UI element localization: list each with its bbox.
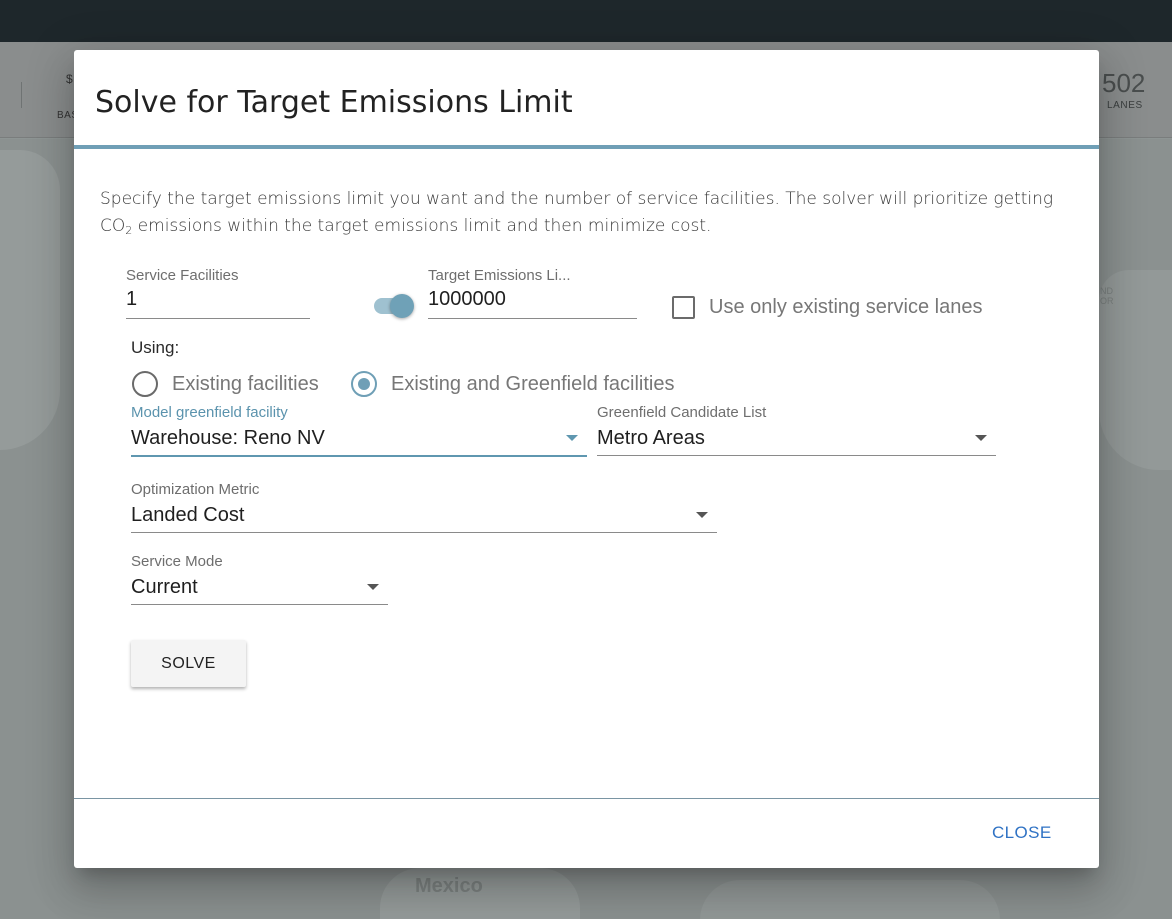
optimization-metric-select[interactable]: Optimization Metric Landed Cost — [131, 481, 717, 533]
chevron-down-icon[interactable] — [696, 512, 708, 518]
field-underline — [131, 532, 717, 533]
existing-lanes-option[interactable]: Use only existing service lanes — [672, 296, 982, 319]
solve-dialog: Solve for Target Emissions Limit Specify… — [74, 50, 1099, 868]
map-label-mexico: Mexico — [415, 875, 483, 897]
target-emissions-label: Target Emissions Li... — [428, 267, 571, 284]
app-top-bar — [0, 0, 1172, 42]
field-underline — [131, 604, 388, 605]
service-mode-select[interactable]: Service Mode Current — [131, 553, 388, 605]
optimization-metric-value[interactable]: Landed Cost — [131, 498, 717, 528]
toggle-thumb[interactable] — [390, 294, 414, 318]
map-label-partial: ND OR — [1100, 286, 1114, 306]
field-underline — [131, 455, 587, 457]
chevron-down-icon[interactable] — [975, 435, 987, 441]
solve-button[interactable]: SOLVE — [131, 640, 246, 687]
using-label: Using: — [131, 338, 180, 357]
target-emissions-field[interactable]: Target Emissions Li... 1000000 — [428, 267, 637, 319]
model-greenfield-select[interactable]: Model greenfield facility Warehouse: Ren… — [131, 404, 587, 457]
service-facilities-label: Service Facilities — [126, 267, 239, 284]
service-mode-value[interactable]: Current — [131, 570, 388, 600]
field-underline — [428, 318, 637, 319]
close-button[interactable]: CLOSE — [992, 820, 1052, 846]
dialog-footer-divider — [74, 798, 1099, 799]
service-facilities-input[interactable]: 1 — [126, 284, 310, 314]
map-landmass — [700, 880, 1000, 919]
greenfield-candidate-select[interactable]: Greenfield Candidate List Metro Areas — [597, 404, 996, 456]
dialog-description: Specify the target emissions limit you w… — [100, 189, 1054, 237]
chevron-down-icon[interactable] — [566, 435, 578, 441]
stat-lanes-value: 502 — [1102, 68, 1146, 98]
stat-lanes-label: LANES — [1107, 100, 1143, 111]
chevron-down-icon[interactable] — [367, 584, 379, 590]
radio-existing-greenfield-facilities[interactable]: Existing and Greenfield facilities — [351, 371, 674, 397]
radio-label: Existing and Greenfield facilities — [391, 372, 675, 395]
target-emissions-input[interactable]: 1000000 — [428, 284, 637, 314]
model-greenfield-value[interactable]: Warehouse: Reno NV — [131, 421, 587, 451]
service-mode-label: Service Mode — [131, 553, 223, 570]
radio-button-selected[interactable] — [351, 371, 377, 397]
stats-divider — [21, 82, 22, 108]
greenfield-candidate-label: Greenfield Candidate List — [597, 404, 767, 421]
emissions-toggle[interactable] — [372, 294, 416, 318]
dialog-title: Solve for Target Emissions Limit — [95, 85, 573, 120]
service-facilities-field[interactable]: Service Facilities 1 — [126, 267, 310, 319]
field-underline — [597, 455, 996, 456]
radio-label: Existing facilities — [172, 372, 319, 395]
model-greenfield-label: Model greenfield facility — [131, 404, 288, 421]
existing-lanes-checkbox[interactable] — [672, 296, 695, 319]
existing-lanes-label: Use only existing service lanes — [709, 296, 983, 318]
greenfield-candidate-value[interactable]: Metro Areas — [597, 421, 996, 451]
field-underline — [126, 318, 310, 319]
optimization-metric-label: Optimization Metric — [131, 481, 260, 498]
radio-existing-facilities[interactable]: Existing facilities — [132, 371, 319, 397]
dialog-header: Solve for Target Emissions Limit — [74, 50, 1099, 149]
stat-left-value: $ — [66, 72, 73, 86]
map-landmass — [0, 150, 60, 450]
radio-button[interactable] — [132, 371, 158, 397]
